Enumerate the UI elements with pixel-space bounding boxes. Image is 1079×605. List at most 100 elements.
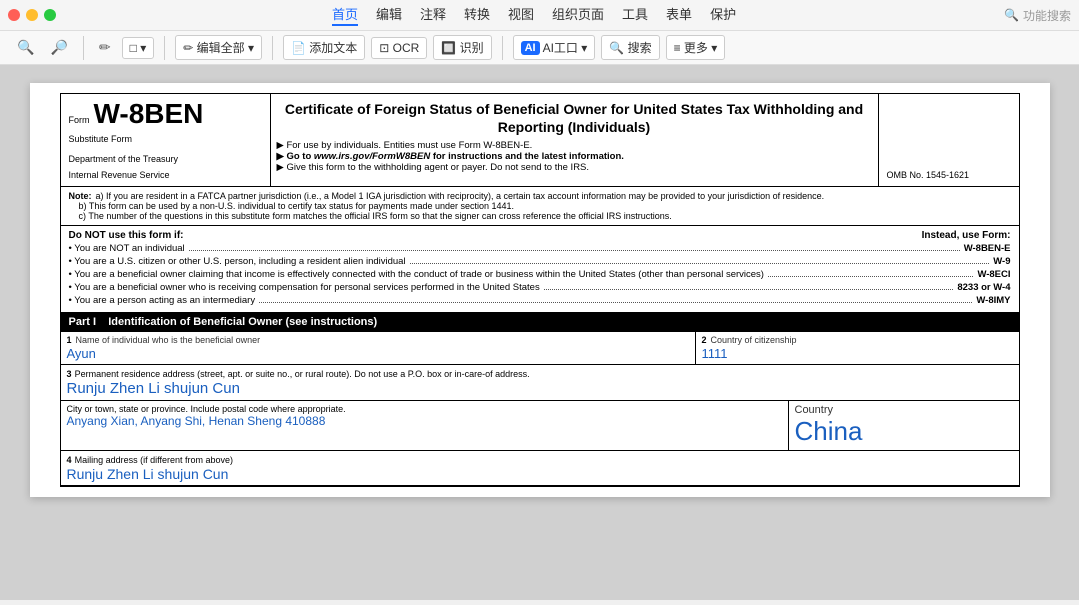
form-ref-3: W-8ECI bbox=[977, 269, 1010, 280]
recognize-button[interactable]: 🔲 识别 bbox=[433, 35, 491, 60]
menu-item-convert[interactable]: 转换 bbox=[464, 4, 490, 26]
document-area: Form W-8BEN Substitute Form Department o… bbox=[0, 65, 1079, 600]
country-label: Country bbox=[795, 404, 1013, 416]
field-1-value[interactable]: Ayun bbox=[67, 345, 689, 361]
menu-item-tools[interactable]: 工具 bbox=[622, 4, 648, 26]
menu-item-organize[interactable]: 组织页面 bbox=[552, 4, 604, 26]
omb-number: OMB No. 1545-1621 bbox=[887, 170, 970, 180]
note-a: a) If you are resident in a FATCA partne… bbox=[96, 191, 825, 201]
part-header: Part I Identification of Beneficial Owne… bbox=[60, 313, 1020, 332]
search-button[interactable]: 🔍 搜索 bbox=[601, 35, 659, 60]
note-section: Note: a) If you are resident in a FATCA … bbox=[60, 187, 1020, 226]
search-placeholder: 功能搜索 bbox=[1023, 7, 1071, 24]
form-ref-5: W-8IMY bbox=[976, 295, 1010, 306]
close-button[interactable] bbox=[8, 9, 20, 21]
city-label: City or town, state or province. Include… bbox=[67, 404, 782, 414]
form-number: W-8BEN bbox=[94, 100, 204, 128]
menu-item-annotate[interactable]: 注释 bbox=[420, 4, 446, 26]
dotted-line-3 bbox=[768, 276, 973, 277]
fields-row-1-2: 1 Name of individual who is the benefici… bbox=[61, 332, 1019, 365]
country-value[interactable]: China bbox=[795, 416, 1013, 447]
mailing-row-4: 4 Mailing address (if different from abo… bbox=[61, 451, 1019, 486]
document-page: Form W-8BEN Substitute Form Department o… bbox=[30, 83, 1050, 497]
search-icon: 🔍 bbox=[1004, 8, 1019, 22]
city-cell: City or town, state or province. Include… bbox=[61, 401, 789, 450]
field-3-label: Permanent residence address (street, apt… bbox=[75, 369, 530, 379]
field-2-number: 2 bbox=[702, 335, 707, 345]
more-button[interactable]: ≡ 更多 ▾ bbox=[666, 35, 726, 60]
ocr-button[interactable]: ⊡ OCR bbox=[371, 37, 427, 59]
form-left-col: Form W-8BEN Substitute Form Department o… bbox=[61, 94, 271, 186]
note-label: Note: bbox=[69, 191, 92, 201]
city-value[interactable]: Anyang Xian, Anyang Shi, Henan Sheng 410… bbox=[67, 414, 782, 428]
separator-3 bbox=[272, 36, 273, 60]
city-country-row: City or town, state or province. Include… bbox=[61, 401, 1019, 451]
substitute-label: Substitute Form bbox=[69, 134, 262, 144]
donot-text-5: • You are a person acting as an intermed… bbox=[69, 295, 256, 306]
zoom-out-icon[interactable]: 🔍 bbox=[12, 37, 39, 58]
menu-item-protect[interactable]: 保护 bbox=[710, 4, 736, 26]
donot-row-2: • You are a U.S. citizen or other U.S. p… bbox=[69, 256, 1011, 267]
add-text-button[interactable]: 📄 添加文本 bbox=[283, 35, 365, 60]
bullet-2: ▶ Go to www.irs.gov/FormW8BEN for instru… bbox=[277, 151, 872, 162]
toolbar: 🔍 🔎 ✏ □ ▾ ✏ 编辑全部 ▾ 📄 添加文本 ⊡ OCR 🔲 识别 AI … bbox=[0, 31, 1079, 65]
menu-items: 首页 编辑 注释 转换 视图 组织页面 工具 表单 保护 bbox=[84, 4, 984, 26]
field-1-number: 1 bbox=[67, 335, 72, 345]
edit-all-button[interactable]: ✏ 编辑全部 ▾ bbox=[175, 35, 262, 60]
maximize-button[interactable] bbox=[44, 9, 56, 21]
field-2-value[interactable]: 1111 bbox=[702, 345, 1013, 361]
field-4-label: Mailing address (if different from above… bbox=[75, 455, 233, 465]
field-3-value[interactable]: Runju Zhen Li shujun Cun bbox=[67, 380, 1013, 397]
dotted-line-1 bbox=[189, 250, 960, 251]
zoom-in-icon[interactable]: 🔎 bbox=[45, 37, 72, 58]
ai-button[interactable]: AI AI工口 ▾ bbox=[513, 35, 596, 60]
dotted-line-5 bbox=[259, 302, 972, 303]
field-2-label: Country of citizenship bbox=[711, 335, 797, 345]
form-ref-2: W-9 bbox=[993, 256, 1010, 267]
search-area: 🔍 功能搜索 bbox=[1004, 7, 1071, 24]
donot-title: Do NOT use this form if: bbox=[69, 230, 184, 241]
donot-section: Do NOT use this form if: Instead, use Fo… bbox=[60, 226, 1020, 313]
shape-button[interactable]: □ ▾ bbox=[122, 37, 155, 59]
menu-item-edit[interactable]: 编辑 bbox=[376, 4, 402, 26]
menu-item-home[interactable]: 首页 bbox=[332, 4, 358, 26]
part-title: Identification of Beneficial Owner (see … bbox=[108, 316, 377, 328]
address-row-3: 3 Permanent residence address (street, a… bbox=[61, 365, 1019, 401]
donot-row-1: • You are NOT an individual W-8BEN-E bbox=[69, 243, 1011, 254]
note-c: c) The number of the questions in this s… bbox=[79, 211, 672, 221]
donot-text-3: • You are a beneficial owner claiming th… bbox=[69, 269, 764, 280]
window-controls bbox=[8, 9, 56, 21]
form-bullets: ▶ For use by individuals. Entities must … bbox=[277, 140, 872, 173]
donot-text-1: • You are NOT an individual bbox=[69, 243, 185, 254]
draw-icon[interactable]: ✏ bbox=[94, 37, 116, 58]
donot-row-4: • You are a beneficial owner who is rece… bbox=[69, 282, 1011, 293]
form-title: Certificate of Foreign Status of Benefic… bbox=[277, 100, 872, 136]
field-4-value[interactable]: Runju Zhen Li shujun Cun bbox=[67, 466, 1013, 482]
form-center-col: Certificate of Foreign Status of Benefic… bbox=[271, 94, 879, 186]
field-cell-2: 2 Country of citizenship 1111 bbox=[696, 332, 1019, 364]
ai-badge: AI bbox=[521, 41, 540, 55]
form-header: Form W-8BEN Substitute Form Department o… bbox=[60, 93, 1020, 187]
form-label: Form bbox=[69, 115, 90, 125]
donot-text-2: • You are a U.S. citizen or other U.S. p… bbox=[69, 256, 406, 267]
menu-bar: 首页 编辑 注释 转换 视图 组织页面 工具 表单 保护 🔍 功能搜索 bbox=[0, 0, 1079, 31]
menu-item-form[interactable]: 表单 bbox=[666, 4, 692, 26]
form-right-col: OMB No. 1545-1621 bbox=[879, 94, 1019, 186]
bullet-3: ▶ Give this form to the withholding agen… bbox=[277, 162, 872, 173]
minimize-button[interactable] bbox=[26, 9, 38, 21]
field-cell-1: 1 Name of individual who is the benefici… bbox=[61, 332, 696, 364]
instead-label: Instead, use Form: bbox=[922, 230, 1011, 241]
note-b: b) This form can be used by a non-U.S. i… bbox=[79, 201, 515, 211]
form-ref-4: 8233 or W-4 bbox=[957, 282, 1010, 293]
field-3-number: 3 bbox=[67, 369, 72, 379]
menu-item-view[interactable]: 视图 bbox=[508, 4, 534, 26]
bullet-1: ▶ For use by individuals. Entities must … bbox=[277, 140, 872, 151]
country-cell: Country China bbox=[789, 401, 1019, 450]
separator-1 bbox=[83, 36, 84, 60]
field-4-number: 4 bbox=[67, 455, 72, 465]
part-label: Part I bbox=[69, 316, 97, 328]
dept-label: Department of the Treasury bbox=[69, 154, 262, 164]
field-1-label: Name of individual who is the beneficial… bbox=[76, 335, 261, 345]
donot-text-4: • You are a beneficial owner who is rece… bbox=[69, 282, 540, 293]
donot-row-3: • You are a beneficial owner claiming th… bbox=[69, 269, 1011, 280]
